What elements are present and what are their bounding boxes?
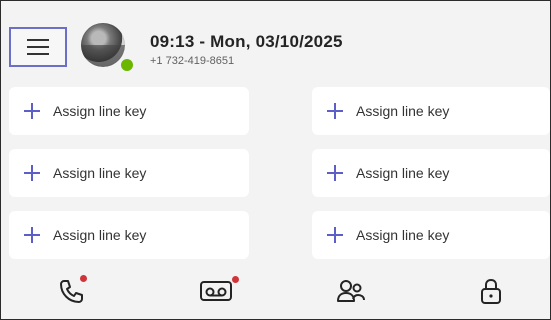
line-key-label: Assign line key [356,227,450,243]
line-key-label: Assign line key [53,165,147,181]
hamburger-menu-icon [27,39,49,55]
plus-icon [327,103,343,119]
people-icon [337,280,365,302]
nav-voicemail[interactable] [196,273,239,309]
line-key-3[interactable]: Assign line key [9,211,249,259]
bottom-navigation [1,263,550,319]
plus-icon [24,227,40,243]
line-key-2[interactable]: Assign line key [9,149,249,197]
plus-icon [327,165,343,181]
line-key-label: Assign line key [53,227,147,243]
line-key-1[interactable]: Assign line key [9,87,249,135]
line-key-label: Assign line key [356,103,450,119]
nav-lock[interactable] [471,273,511,309]
line-key-6[interactable]: Assign line key [312,211,550,259]
line-key-label: Assign line key [53,103,147,119]
nav-people[interactable] [331,273,371,309]
line-key-5[interactable]: Assign line key [312,149,550,197]
phone-number-label: +1 732-419-8651 [150,55,235,67]
date-time-label: 09:13 - Mon, 03/10/2025 [150,32,343,51]
nav-calls[interactable] [51,273,91,309]
voicemail-icon [200,281,232,301]
avatar[interactable] [81,23,125,67]
phone-icon [60,280,83,303]
plus-icon [327,227,343,243]
line-key-4[interactable]: Assign line key [312,87,550,135]
plus-icon [24,103,40,119]
phone-screen: 09:13 - Mon, 03/10/2025 +1 732-419-8651 … [0,0,551,320]
line-key-label: Assign line key [356,165,450,181]
status-header: 09:13 - Mon, 03/10/2025 +1 732-419-8651 [1,1,550,81]
lock-icon [481,278,501,304]
calls-badge [80,275,87,282]
menu-button[interactable] [9,27,67,67]
plus-icon [24,165,40,181]
presence-available-icon [119,57,135,73]
voicemail-badge [232,276,239,283]
